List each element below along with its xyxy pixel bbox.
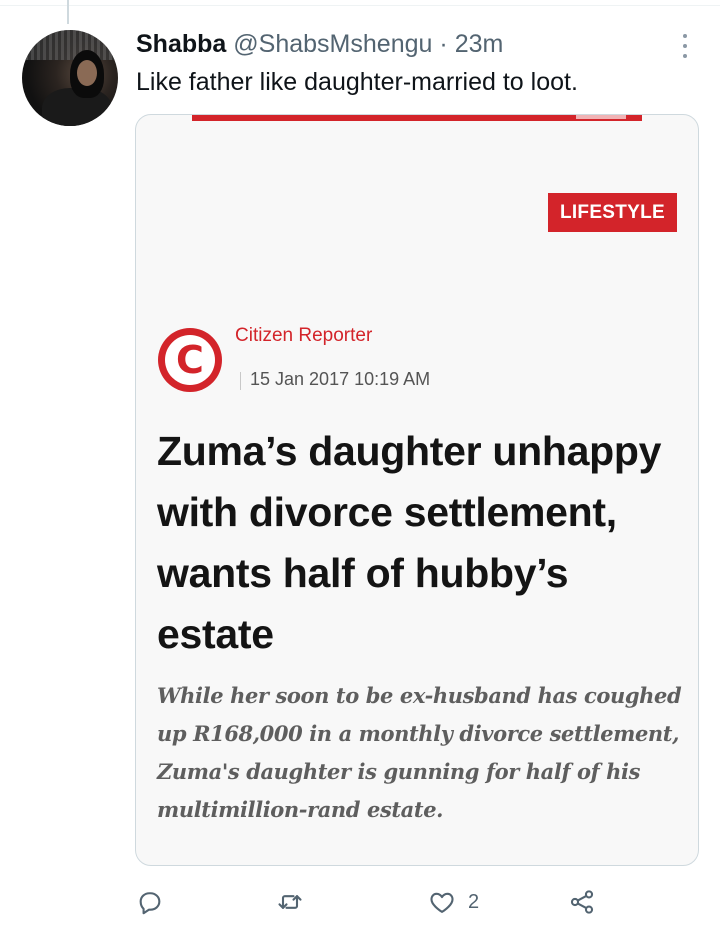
link-preview-card[interactable]: LIFESTYLE C Citizen Reporter 15 Jan 2017… — [135, 114, 699, 866]
article-date: 15 Jan 2017 10:19 AM — [250, 369, 431, 389]
logo-letter: C — [176, 338, 204, 382]
citizen-logo-icon: C — [158, 328, 222, 392]
reply-button[interactable] — [136, 886, 164, 918]
like-count: 2 — [468, 890, 480, 913]
user-handle[interactable]: @ShabsMshengu — [233, 30, 432, 59]
heart-icon — [430, 892, 454, 913]
article-standfirst: While her soon to be ex-husband has coug… — [157, 683, 682, 822]
top-divider — [0, 0, 720, 6]
more-options-icon[interactable] — [680, 34, 690, 58]
reply-icon — [139, 892, 161, 915]
share-icon — [570, 890, 594, 914]
reporter-name: Citizen Reporter — [235, 325, 373, 346]
like-button[interactable]: 2 — [428, 886, 479, 918]
banner-strip — [192, 115, 642, 121]
retweet-icon — [278, 895, 302, 909]
tweet-time[interactable]: 23m — [455, 30, 504, 59]
thread-line — [67, 0, 69, 24]
article-headline: Zuma’s daughter unhappy with divorce set… — [157, 428, 662, 657]
date-divider — [240, 372, 241, 390]
display-name[interactable]: Shabba — [136, 30, 226, 59]
share-button[interactable] — [568, 886, 596, 918]
separator-dot: · — [439, 30, 448, 58]
category-tag: LIFESTYLE — [548, 193, 677, 232]
tweet-text: Like father like daughter-married to loo… — [136, 68, 578, 96]
retweet-button[interactable] — [276, 886, 304, 918]
tweet-header: Shabba @ShabsMshengu · 23m — [136, 30, 503, 60]
avatar[interactable] — [22, 30, 118, 126]
action-bar: 2 — [136, 886, 616, 918]
